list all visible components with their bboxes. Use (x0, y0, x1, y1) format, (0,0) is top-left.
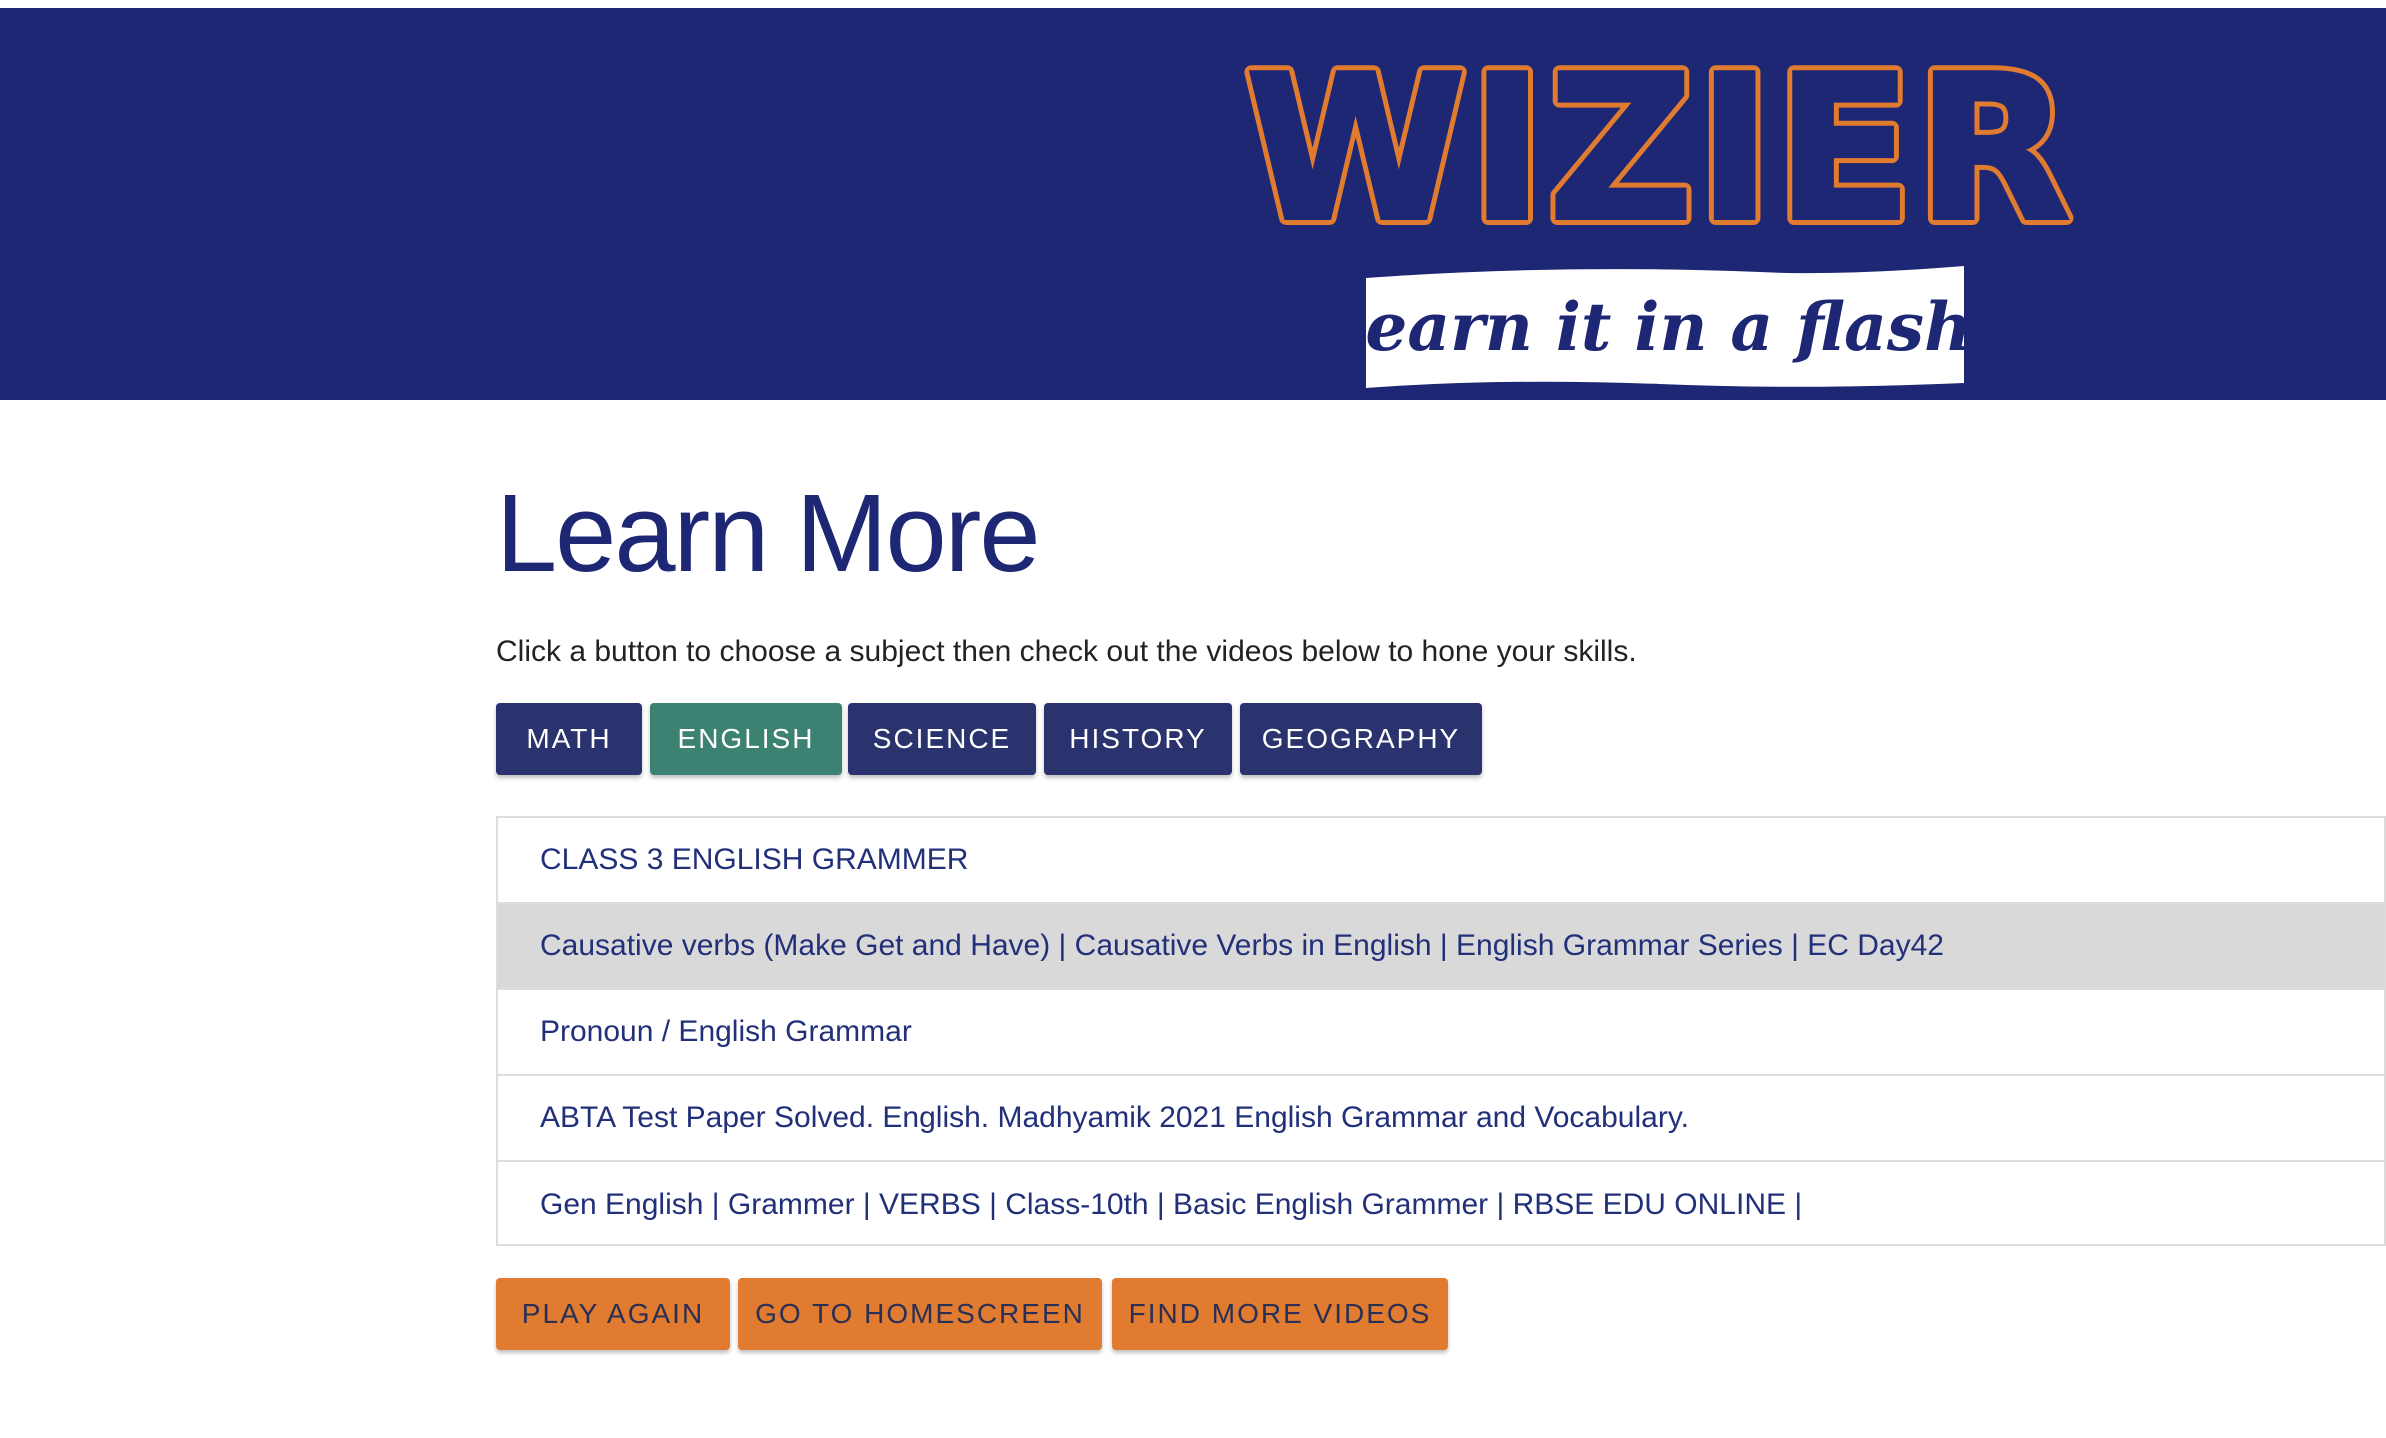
logo-wordmark-inner: WIZIER (1245, 33, 2074, 266)
play-again-button[interactable]: PLAY AGAIN (496, 1278, 730, 1350)
video-list: CLASS 3 ENGLISH GRAMMER Causative verbs … (496, 816, 2386, 1246)
logo-tagline: Learn it in a flash! (1317, 288, 2001, 366)
subject-button-geography[interactable]: GEOGRAPHY (1240, 703, 1482, 775)
site-header: WIZIER WIZIER Learn it in a flash! (0, 8, 2386, 400)
instructions-text: Click a button to choose a subject then … (496, 635, 1637, 668)
find-more-videos-button[interactable]: FIND MORE VIDEOS (1112, 1278, 1448, 1350)
top-strip (0, 0, 2386, 8)
video-list-item[interactable]: Causative verbs (Make Get and Have) | Ca… (498, 904, 2384, 990)
page-title: Learn More (496, 472, 1041, 595)
video-list-item[interactable]: Pronoun / English Grammar (498, 990, 2384, 1076)
video-list-item[interactable]: ABTA Test Paper Solved. English. Madhyam… (498, 1076, 2384, 1162)
video-list-item[interactable]: Gen English | Grammer | VERBS | Class-10… (498, 1162, 2384, 1248)
wizier-logo[interactable]: WIZIER WIZIER Learn it in a flash! (1238, 26, 2080, 408)
logo-graphic: WIZIER WIZIER Learn it in a flash! (1238, 26, 2078, 388)
go-to-homescreen-button[interactable]: GO TO HOMESCREEN (738, 1278, 1102, 1350)
subject-button-history[interactable]: HISTORY (1044, 703, 1232, 775)
subject-button-science[interactable]: SCIENCE (848, 703, 1036, 775)
video-list-item[interactable]: CLASS 3 ENGLISH GRAMMER (498, 818, 2384, 904)
subject-button-math[interactable]: MATH (496, 703, 642, 775)
subject-button-english[interactable]: ENGLISH (650, 703, 842, 775)
